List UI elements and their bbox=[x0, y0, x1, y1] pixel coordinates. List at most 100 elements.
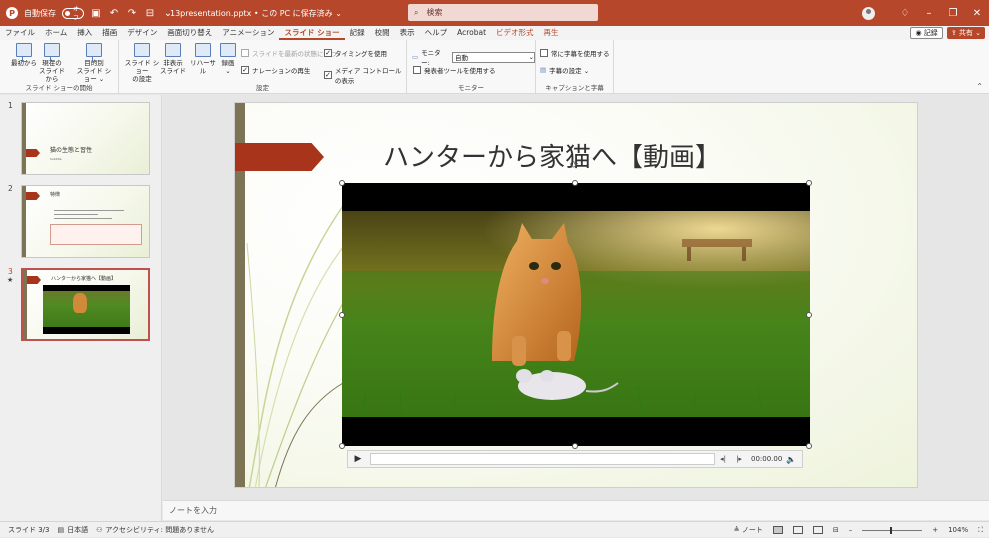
setup-slideshow-button[interactable]: スライド ショー の設定 bbox=[122, 43, 162, 83]
undo-icon[interactable]: ↶ bbox=[108, 8, 120, 19]
custom-slideshow-button[interactable]: 目的別 スライド ショー ⌄ bbox=[74, 43, 114, 83]
proofing-icon: ▤ bbox=[57, 525, 65, 534]
thumb-text-line bbox=[54, 218, 112, 219]
autosave-toggle[interactable]: オフ bbox=[62, 6, 84, 22]
from-current-button[interactable]: 現在の スライドから bbox=[36, 43, 68, 83]
resize-handle-w[interactable] bbox=[339, 312, 345, 318]
slide-thumbnail-2[interactable]: 特徴 bbox=[21, 185, 150, 258]
slide-thumbnail-1[interactable]: 猫の生態と習性 Subtitle bbox=[21, 102, 150, 175]
record-label-1: 録画 bbox=[221, 59, 235, 67]
tab-design[interactable]: デザイン bbox=[122, 26, 162, 40]
tab-acrobat[interactable]: Acrobat bbox=[452, 26, 491, 40]
thumb-stripe bbox=[23, 270, 27, 339]
keep-fresh-check bbox=[241, 49, 249, 57]
slide-thumbnail-3[interactable]: ハンターから家猫へ【動画】 bbox=[21, 268, 150, 341]
autosave-label: 自動保存 bbox=[24, 8, 56, 18]
resize-handle-se[interactable] bbox=[806, 443, 812, 449]
search-input[interactable]: ⌕ 検索 bbox=[408, 4, 598, 21]
timings-label: タイミングを使用 bbox=[335, 50, 387, 58]
user-avatar-icon[interactable] bbox=[862, 6, 875, 20]
setup-slideshow-icon bbox=[134, 43, 150, 57]
always-subtitles-checkbox[interactable]: 常に字幕を使用する bbox=[540, 48, 610, 58]
save-icon[interactable]: ▣ bbox=[90, 8, 102, 19]
from-current-label-2: スライドから bbox=[39, 67, 65, 83]
hide-slide-button[interactable]: 非表示 スライド bbox=[159, 43, 187, 75]
redo-icon[interactable]: ↷ bbox=[126, 8, 138, 19]
volume-icon[interactable]: 🔈 bbox=[786, 455, 796, 464]
forward-icon[interactable]: |▸ bbox=[731, 455, 747, 463]
slideshow-view-icon[interactable]: ⊟ bbox=[833, 526, 839, 534]
language-indicator[interactable]: ▤ 日本語 bbox=[58, 525, 89, 535]
chevron-down-icon: ⌄ bbox=[528, 53, 534, 61]
tab-help[interactable]: ヘルプ bbox=[420, 26, 453, 40]
notes-pane[interactable]: ノートを入力 bbox=[163, 500, 989, 520]
rotate-handle-icon[interactable]: ⟳ bbox=[570, 160, 578, 171]
search-icon: ⌕ bbox=[414, 7, 419, 17]
slide-title[interactable]: ハンターから家猫へ【動画】 bbox=[383, 137, 721, 174]
monitor-select[interactable]: 自動 ⌄ bbox=[452, 51, 535, 63]
resize-handle-n[interactable] bbox=[572, 180, 578, 186]
record-button-label: 記録 bbox=[923, 29, 938, 37]
zoom-level[interactable]: 104% bbox=[948, 526, 968, 534]
record-slideshow-icon bbox=[220, 43, 236, 57]
tab-transitions[interactable]: 画面切り替え bbox=[162, 26, 217, 40]
timings-checkbox[interactable]: ✓ タイミングを使用 bbox=[324, 48, 387, 58]
presenter-view-label: 発表者ツールを使用する bbox=[424, 67, 496, 75]
play-icon[interactable]: ▶ bbox=[348, 454, 368, 464]
fit-to-window-icon[interactable]: ⛶ bbox=[978, 526, 983, 535]
from-current-icon bbox=[44, 43, 60, 62]
zoom-out-icon[interactable]: – bbox=[849, 526, 853, 534]
record-label-2: ⌄ bbox=[225, 67, 231, 75]
tab-home[interactable]: ホーム bbox=[40, 26, 72, 40]
zoom-in-icon[interactable]: + bbox=[932, 526, 938, 534]
monitor-value: 自動 bbox=[455, 54, 468, 62]
thumb-text-line bbox=[54, 210, 124, 211]
tab-insert[interactable]: 挿入 bbox=[72, 26, 97, 40]
slide-title-arrow bbox=[235, 143, 324, 171]
rehearse-timings-button[interactable]: リハーサル bbox=[187, 43, 219, 75]
autosave-state: オフ bbox=[73, 6, 80, 22]
tab-draw[interactable]: 描画 bbox=[97, 26, 122, 40]
accessibility-status[interactable]: ⚇ アクセシビリティ: 問題ありません bbox=[96, 525, 214, 535]
resize-handle-nw[interactable] bbox=[339, 180, 345, 186]
tab-review[interactable]: 校閲 bbox=[370, 26, 395, 40]
tab-view[interactable]: 表示 bbox=[395, 26, 420, 40]
notes-toggle-button[interactable]: ≜ ノート bbox=[734, 525, 763, 535]
record-button[interactable]: ◉ 記録 bbox=[910, 27, 943, 39]
tab-slideshow[interactable]: スライド ショー bbox=[279, 26, 345, 40]
collapse-ribbon-icon[interactable]: ⌃ bbox=[976, 82, 983, 91]
normal-view-icon[interactable] bbox=[772, 526, 783, 534]
lightbulb-icon[interactable]: ♢ bbox=[893, 8, 917, 19]
resize-handle-sw[interactable] bbox=[339, 443, 345, 449]
tab-playback[interactable]: 再生 bbox=[539, 26, 564, 40]
notes-placeholder: ノートを入力 bbox=[169, 506, 217, 515]
video-object[interactable] bbox=[342, 183, 810, 446]
thumb-title-3: ハンターから家猫へ【動画】 bbox=[51, 276, 117, 282]
resize-handle-e[interactable] bbox=[806, 312, 812, 318]
tab-file[interactable]: ファイル bbox=[0, 26, 40, 40]
quick-access-toolbar: P 自動保存 オフ ▣ ↶ ↷ ⊟ ⌄ bbox=[0, 6, 174, 22]
rewind-icon[interactable]: ◂| bbox=[715, 455, 731, 463]
reading-view-icon[interactable] bbox=[812, 526, 823, 534]
present-icon[interactable]: ⊟ bbox=[144, 8, 156, 19]
close-icon[interactable]: ✕ bbox=[965, 8, 989, 19]
share-button[interactable]: ⇪ 共有 ⌄ bbox=[946, 27, 985, 39]
rehearse-label: リハーサル bbox=[190, 59, 216, 75]
group-captions-label: キャプションと字幕 bbox=[545, 84, 604, 92]
resize-handle-ne[interactable] bbox=[806, 180, 812, 186]
tab-record[interactable]: 記録 bbox=[345, 26, 370, 40]
tab-animations[interactable]: アニメーション bbox=[217, 26, 279, 40]
video-scene-svg bbox=[342, 211, 810, 417]
minimize-icon[interactable]: – bbox=[917, 8, 941, 19]
subtitle-settings-button[interactable]: ▤ 字幕の設定 ⌄ bbox=[540, 65, 589, 75]
record-slideshow-button[interactable]: 録画 ⌄ bbox=[217, 43, 239, 75]
document-filename[interactable]: 13presentation.pptx • この PC に保存済み ⌄ bbox=[170, 8, 342, 19]
video-progress-bar[interactable] bbox=[370, 453, 715, 465]
resize-handle-s[interactable] bbox=[572, 443, 578, 449]
narration-checkbox[interactable]: ✓ ナレーションの再生 bbox=[241, 65, 310, 75]
tab-video-format[interactable]: ビデオ形式 bbox=[491, 26, 539, 40]
restore-icon[interactable]: ❐ bbox=[941, 8, 965, 19]
zoom-slider[interactable] bbox=[862, 526, 923, 534]
slide-sorter-icon[interactable] bbox=[792, 526, 803, 534]
presenter-view-checkbox[interactable]: 発表者ツールを使用する bbox=[413, 65, 496, 75]
